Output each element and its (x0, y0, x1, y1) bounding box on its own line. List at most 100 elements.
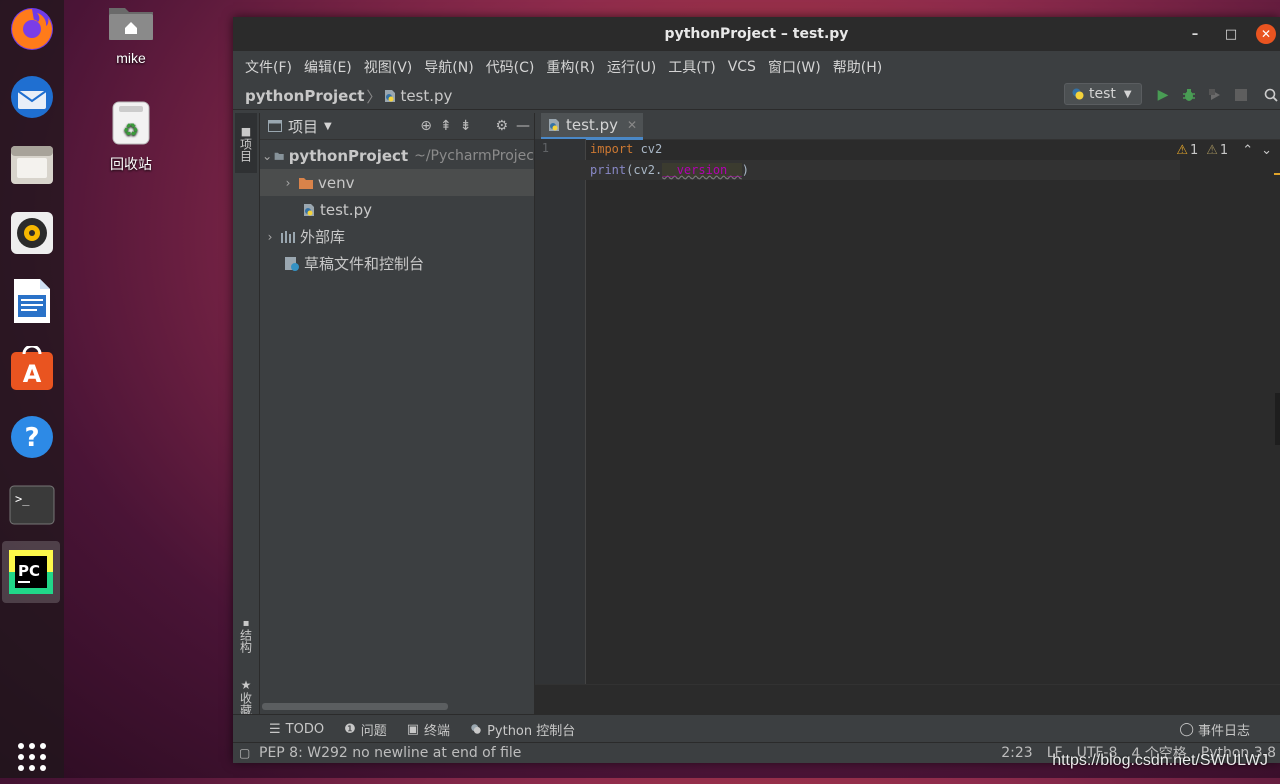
chevron-right-icon[interactable]: › (262, 230, 278, 244)
scratches-icon (285, 256, 299, 271)
python-icon (471, 724, 481, 734)
editor-scrollbar[interactable] (1275, 393, 1280, 445)
warning-stripe-marker[interactable] (1274, 173, 1280, 175)
locate-icon[interactable]: ⊕ (420, 118, 432, 134)
run-configuration-label: test (1089, 86, 1116, 102)
breadcrumb-file[interactable]: test.py (383, 87, 452, 105)
caret-position[interactable]: 2:23 (1001, 745, 1032, 761)
structure-icon: ▪ (242, 617, 250, 629)
firefox-icon[interactable] (5, 2, 59, 56)
editor-tab-test-py[interactable]: test.py ✕ (541, 113, 644, 140)
menu-vcs[interactable]: VCS (722, 59, 762, 75)
stop-icon[interactable] (1231, 85, 1251, 105)
weak-warning-count: 1 (1219, 143, 1229, 158)
menu-code[interactable]: 代码(C) (480, 57, 541, 77)
chevron-down-icon[interactable]: ⌄ (262, 149, 272, 163)
search-icon[interactable] (1261, 85, 1280, 105)
status-message[interactable]: PEP 8: W292 no newline at end of file (259, 745, 521, 761)
project-view-selector[interactable]: 项目 ▼ (260, 116, 332, 137)
thunderbird-icon[interactable] (5, 70, 59, 124)
run-icon[interactable]: ▶ (1153, 85, 1173, 105)
project-panel-header: 项目 ▼ ⊕ ⇞ ⇟ ⚙ — (260, 113, 534, 140)
breadcrumb-project[interactable]: pythonProject (233, 87, 364, 105)
run-configuration-select[interactable]: test ▼ (1064, 83, 1142, 105)
python-icon (1072, 88, 1084, 100)
terminal-label: 终端 (424, 723, 451, 739)
rhythmbox-icon[interactable] (5, 206, 59, 260)
inspection-widget[interactable]: ⚠ 1 ⚠ 1 ⌃ ⌄ (1176, 143, 1272, 158)
svg-text:A: A (23, 360, 42, 388)
show-apps-grid-icon[interactable] (5, 730, 59, 784)
editor-area: test.py ✕ 1 2 import cv2 print(cv2.__ver… (535, 113, 1280, 715)
minimize-button[interactable]: – (1184, 23, 1206, 45)
menu-run[interactable]: 运行(U) (601, 57, 662, 77)
tree-item-test-py[interactable]: test.py (260, 196, 534, 223)
line-number-gutter: 1 2 (535, 139, 586, 684)
warning-count: 1 (1189, 143, 1199, 158)
horizontal-scrollbar[interactable] (262, 703, 448, 710)
menu-edit[interactable]: 编辑(E) (298, 57, 358, 77)
hide-icon[interactable]: — (516, 118, 530, 134)
gear-icon[interactable]: ⚙ (495, 118, 508, 134)
menu-view[interactable]: 视图(V) (358, 57, 419, 77)
maximize-button[interactable]: □ (1220, 23, 1242, 45)
python-file-icon (304, 203, 314, 216)
menu-refactor[interactable]: 重构(R) (540, 57, 601, 77)
terminal-tab[interactable]: ▣ 终端 (407, 720, 450, 739)
libreoffice-writer-icon[interactable] (5, 274, 59, 328)
event-log-label: 事件日志 (1197, 723, 1250, 739)
chevron-down-icon[interactable]: ⌄ (1261, 143, 1272, 158)
menu-bar: 文件(F) 编辑(E) 视图(V) 导航(N) 代码(C) 重构(R) 运行(U… (233, 51, 1280, 83)
tree-item-label: test.py (320, 200, 372, 219)
menu-tools[interactable]: 工具(T) (662, 57, 721, 77)
svg-text:♻: ♻ (123, 120, 139, 141)
list-icon: ☰ (269, 721, 281, 737)
project-tool-window: 项目 ▼ ⊕ ⇞ ⇟ ⚙ — ⌄ pythonProject ~/Pycharm… (260, 113, 535, 714)
tree-item-project-root[interactable]: ⌄ pythonProject ~/PycharmProjec (260, 142, 534, 169)
ubuntu-dock: A ? >_ PC (0, 0, 64, 778)
code-text: ) (741, 163, 749, 177)
pycharm-window: pythonProject – test.py – □ ✕ 文件(F) 编辑(E… (233, 17, 1280, 763)
menu-help[interactable]: 帮助(H) (827, 57, 888, 77)
star-icon: ★ (240, 678, 252, 692)
tree-item-path: ~/PycharmProjec (414, 147, 534, 164)
home-folder-icon (109, 8, 153, 40)
python-console-tab[interactable]: Python 控制台 (470, 720, 575, 739)
menu-window[interactable]: 窗口(W) (762, 57, 827, 77)
terminal-icon[interactable]: >_ (5, 478, 59, 532)
desktop-home-folder[interactable]: mike (91, 2, 171, 66)
close-tab-icon[interactable]: ✕ (627, 118, 637, 132)
menu-navigate[interactable]: 导航(N) (418, 57, 479, 77)
expand-all-icon[interactable]: ⇞ (440, 118, 452, 134)
tab-structure[interactable]: ▪ 结构 (235, 609, 257, 661)
debug-icon[interactable] (1179, 85, 1199, 105)
todo-label: TODO (285, 721, 325, 737)
window-titlebar[interactable]: pythonProject – test.py – □ ✕ (233, 17, 1280, 51)
desktop-trash[interactable]: ♻ 回收站 (91, 100, 171, 174)
menu-file[interactable]: 文件(F) (239, 57, 298, 77)
tab-project[interactable]: ■ 项目 (235, 113, 257, 173)
folder-icon (299, 177, 313, 189)
code-editor[interactable]: import cv2 print(cv2.__version__) (535, 139, 1280, 684)
chevron-right-icon[interactable]: › (280, 176, 296, 190)
dunder-version: __version__ (662, 163, 742, 177)
tree-item-venv[interactable]: › venv (260, 169, 534, 196)
tree-item-external-libraries[interactable]: › 外部库 (260, 223, 534, 250)
chevron-down-icon: ▼ (324, 120, 332, 132)
ubuntu-software-icon[interactable]: A (5, 342, 59, 396)
files-icon[interactable] (5, 138, 59, 192)
tree-item-scratches[interactable]: 草稿文件和控制台 (260, 250, 534, 277)
close-button[interactable]: ✕ (1256, 24, 1276, 44)
run-with-coverage-icon[interactable] (1205, 85, 1225, 105)
toggle-tool-windows-icon[interactable]: ▢ (239, 746, 250, 760)
chevron-up-icon[interactable]: ⌃ (1242, 143, 1253, 158)
chevron-down-icon: ▼ (1123, 88, 1132, 100)
collapse-all-icon[interactable]: ⇟ (460, 118, 472, 134)
svg-text:>_: >_ (15, 492, 30, 506)
pycharm-icon[interactable]: PC (2, 541, 60, 603)
help-icon[interactable]: ? (5, 410, 59, 464)
python-console-label: Python 控制台 (487, 723, 576, 739)
event-log-tab[interactable]: ◯ 事件日志 (1179, 715, 1250, 743)
todo-tab[interactable]: ☰ TODO (269, 722, 324, 737)
problems-tab[interactable]: ❶ 问题 (344, 720, 387, 739)
